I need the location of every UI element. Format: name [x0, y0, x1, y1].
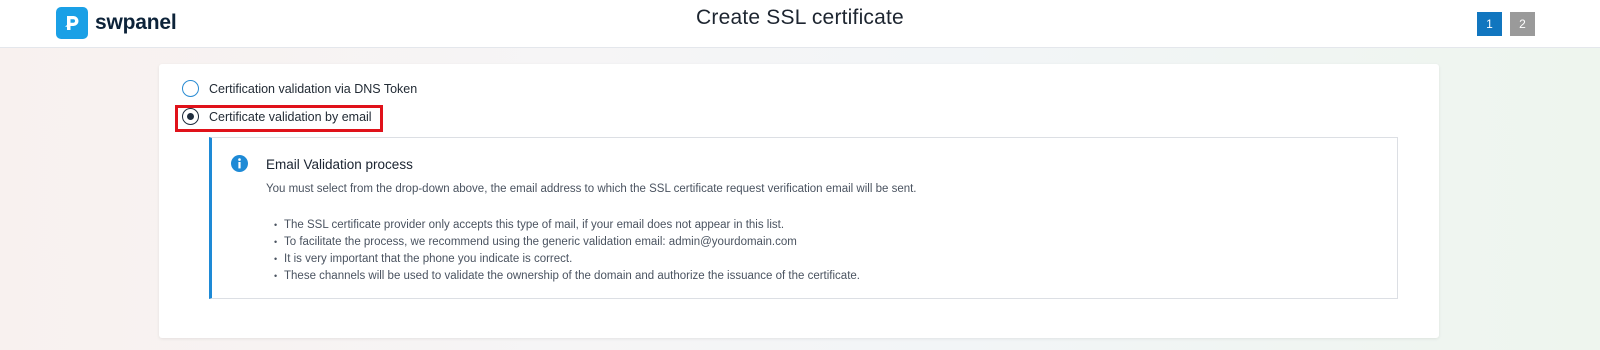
radio-email[interactable] [182, 108, 199, 125]
list-item: The SSL certificate provider only accept… [274, 217, 860, 234]
info-title: Email Validation process [266, 157, 413, 172]
email-validation-info: Email Validation process You must select… [209, 137, 1398, 299]
page-title: Create SSL certificate [696, 6, 904, 29]
step-1[interactable]: 1 [1477, 12, 1502, 36]
step-2[interactable]: 2 [1510, 12, 1535, 36]
info-icon [231, 155, 248, 172]
info-bullet-list: The SSL certificate provider only accept… [274, 217, 860, 285]
info-description: You must select from the drop-down above… [266, 183, 917, 195]
option-dns-token-label: Certification validation via DNS Token [209, 81, 418, 96]
radio-dns-token[interactable] [182, 80, 199, 97]
option-dns-token[interactable]: Certification validation via DNS Token [182, 80, 417, 97]
validation-card: Certification validation via DNS Token C… [159, 64, 1439, 338]
option-email-label: Certificate validation by email [209, 109, 372, 124]
list-item: To facilitate the process, we recommend … [274, 234, 860, 251]
step-indicator: 1 2 [1477, 12, 1535, 36]
list-item: It is very important that the phone you … [274, 251, 860, 268]
option-email[interactable]: Certificate validation by email [182, 108, 372, 125]
list-item: These channels will be used to validate … [274, 268, 860, 285]
top-bar: swpanel Create SSL certificate 1 2 [0, 0, 1600, 48]
